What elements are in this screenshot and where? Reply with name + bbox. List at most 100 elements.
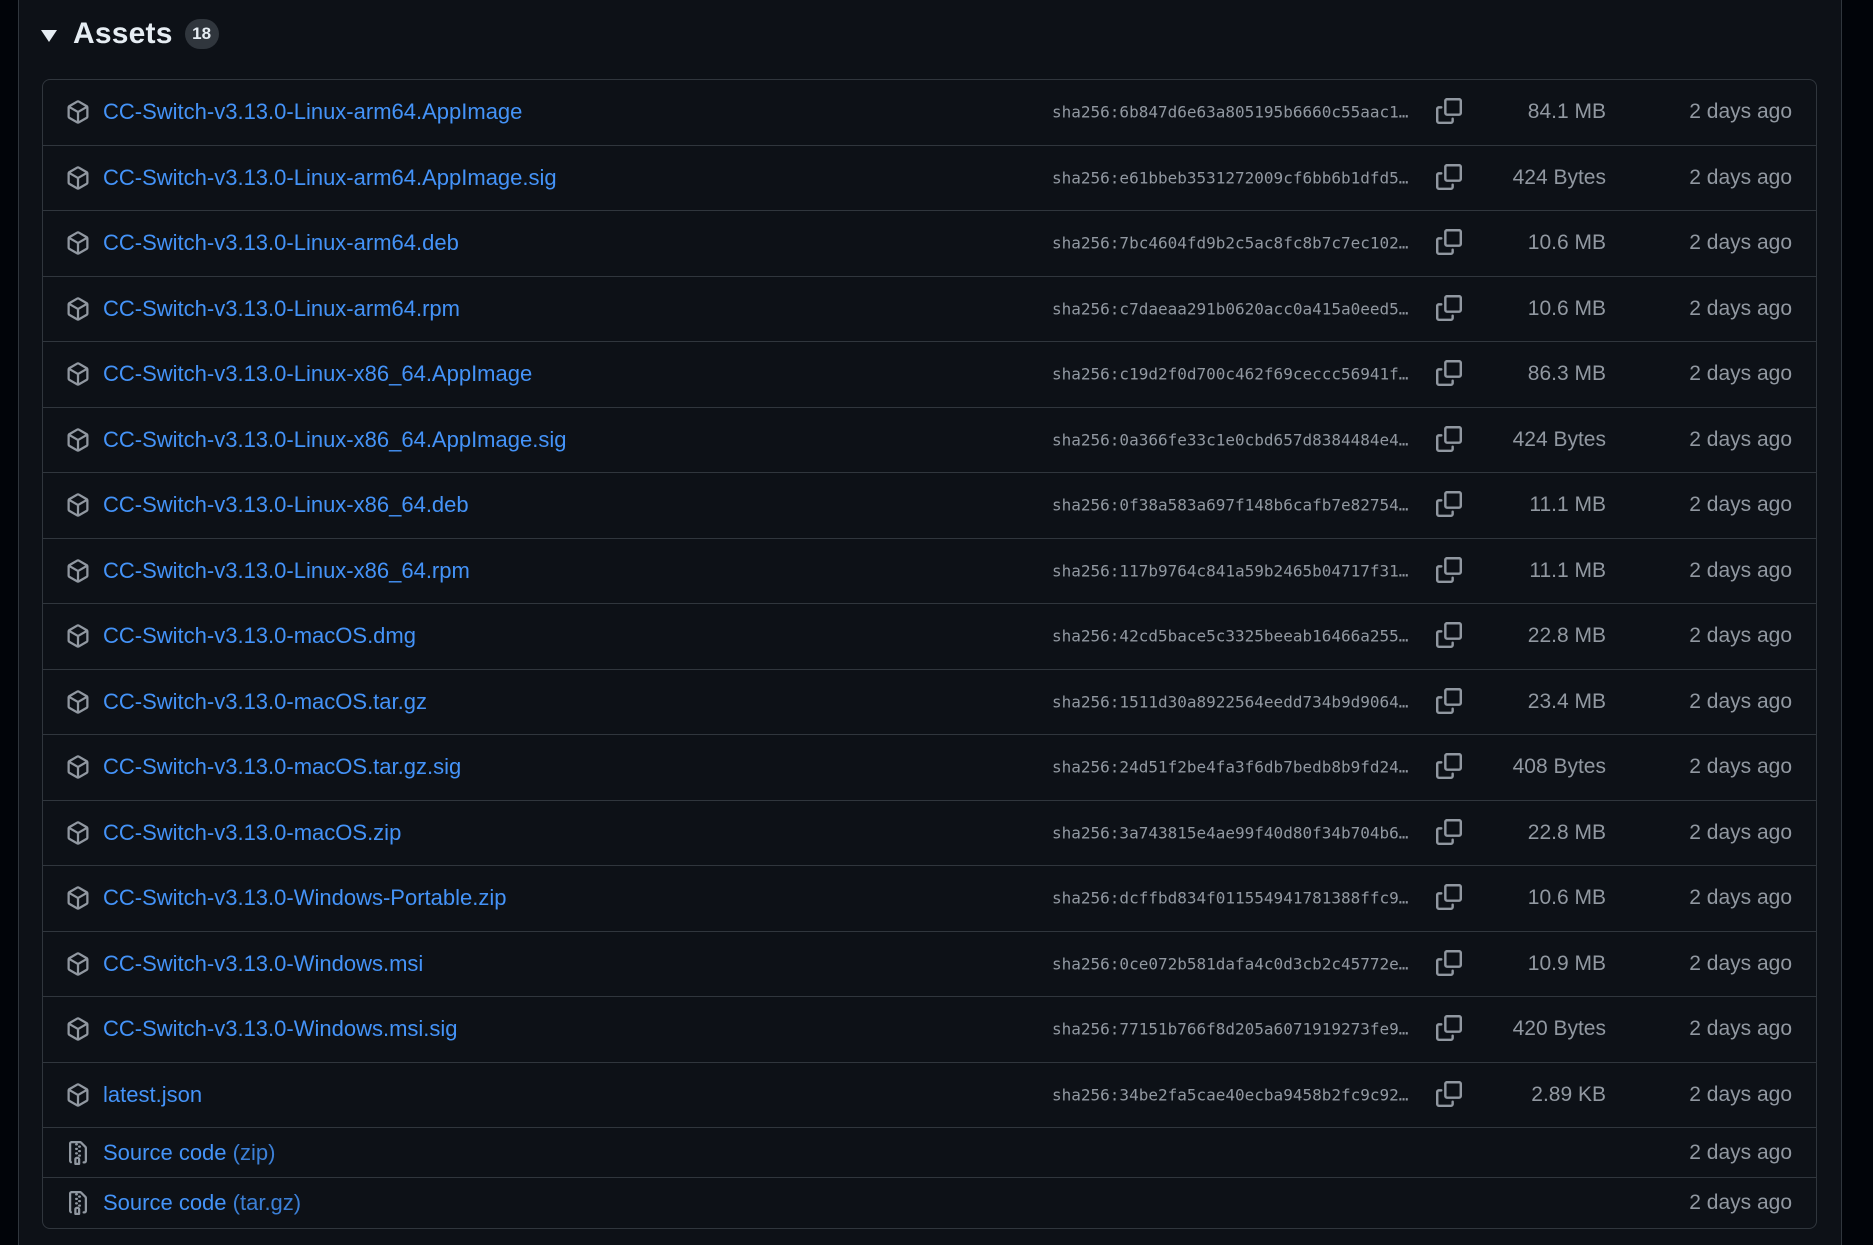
asset-size: 86.3 MB [1527,362,1606,386]
asset-sha256: sha256:e61bbeb3531272009cf6bb6b1dfd5… [1052,168,1409,188]
asset-size: 23.4 MB [1527,689,1606,713]
asset-download-link[interactable]: CC-Switch-v3.13.0-Linux-arm64.AppImage.s… [103,165,557,191]
asset-size: 10.6 MB [1527,231,1606,255]
asset-download-link[interactable]: CC-Switch-v3.13.0-Linux-arm64.AppImage [103,99,522,125]
asset-download-link[interactable]: CC-Switch-v3.13.0-Windows.msi [103,951,423,977]
asset-download-link[interactable]: CC-Switch-v3.13.0-macOS.tar.gz [103,689,427,715]
source-code-label: Source code [103,1139,227,1165]
file-zip-icon [66,1140,90,1165]
copy-icon[interactable] [1436,687,1464,716]
package-icon [66,755,90,780]
asset-row: CC-Switch-v3.13.0-Windows-Portable.zip sh… [43,866,1816,932]
copy-icon[interactable] [1436,753,1464,781]
asset-row: CC-Switch-v3.13.0-macOS.zip sha256:3a7438… [43,801,1816,866]
asset-download-link[interactable]: CC-Switch-v3.13.0-Linux-x86_64.AppImage.… [103,427,566,453]
asset-download-link[interactable]: CC-Switch-v3.13.0-Windows.msi.sig [103,1016,458,1042]
package-icon [66,624,90,649]
package-icon [66,296,90,321]
package-icon [66,558,90,583]
asset-sha256: sha256:7bc4604fd9b2c5ac8fc8b7c7ec102… [1052,233,1409,253]
assets-summary-toggle[interactable]: Assets 18 [41,12,219,56]
asset-date: 2 days ago [1689,624,1792,648]
release-page: Assets 18 CC-Switch-v3.13.0-Linux-arm64.… [18,0,1842,1245]
asset-sha256: sha256:6b847d6e63a805195b6660c55aac1… [1052,102,1409,122]
asset-row: CC-Switch-v3.13.0-macOS.dmg sha256:42cd5b… [43,604,1816,670]
asset-sha256: sha256:1511d30a8922564eedd734b9d9064… [1052,692,1409,712]
copy-icon[interactable] [1436,294,1464,323]
assets-list: CC-Switch-v3.13.0-Linux-arm64.AppImage sh… [42,79,1817,1229]
asset-date: 2 days ago [1689,1017,1792,1041]
asset-size: 10.9 MB [1527,951,1606,975]
asset-download-link[interactable]: CC-Switch-v3.13.0-Linux-arm64.rpm [103,296,460,322]
copy-icon[interactable] [1436,98,1464,126]
asset-size: 11.1 MB [1529,493,1606,517]
asset-row: CC-Switch-v3.13.0-Linux-x86_64.deb sha256… [43,473,1816,539]
asset-download-link[interactable]: CC-Switch-v3.13.0-macOS.tar.gz.sig [103,754,461,780]
copy-icon[interactable] [1436,425,1464,454]
package-icon [66,886,90,911]
asset-date: 2 days ago [1689,231,1792,255]
asset-row: CC-Switch-v3.13.0-Linux-arm64.rpm sha256:… [43,277,1816,342]
copy-icon[interactable] [1436,884,1464,912]
asset-download-link[interactable]: CC-Switch-v3.13.0-Linux-x86_64.rpm [103,558,470,584]
copy-icon[interactable] [1436,1015,1464,1043]
asset-sha256: sha256:117b9764c841a59b2465b04717f31… [1052,561,1409,581]
asset-row: CC-Switch-v3.13.0-Linux-arm64.AppImage sh… [43,80,1816,146]
copy-icon[interactable] [1436,1080,1464,1109]
source-code-row: Source code (zip) 2 days ago [43,1128,1816,1178]
asset-sha256: sha256:3a743815e4ae99f40d80f34b704b6… [1052,823,1409,843]
package-icon [66,1017,90,1042]
asset-size: 424 Bytes [1512,427,1606,451]
asset-date: 2 days ago [1689,1082,1792,1106]
asset-download-link[interactable]: CC-Switch-v3.13.0-macOS.zip [103,820,401,846]
asset-row: CC-Switch-v3.13.0-Windows.msi sha256:0ce0… [43,932,1816,997]
copy-icon[interactable] [1436,491,1464,519]
asset-size: 420 Bytes [1512,1017,1606,1041]
asset-sha256: sha256:0ce072b581dafa4c0d3cb2c45772e… [1052,954,1409,974]
asset-date: 2 days ago [1689,558,1792,582]
copy-icon[interactable] [1436,818,1464,847]
source-code-label: Source code [103,1190,227,1215]
asset-size: 2.89 KB [1531,1082,1606,1106]
asset-size: 10.6 MB [1527,886,1606,910]
package-icon [66,820,90,845]
asset-row: CC-Switch-v3.13.0-Linux-x86_64.AppImage.… [43,408,1816,473]
asset-download-link[interactable]: CC-Switch-v3.13.0-Linux-x86_64.deb [103,492,469,518]
asset-date: 2 days ago [1689,493,1792,517]
asset-size: 424 Bytes [1512,165,1606,189]
asset-sha256: sha256:c7daeaa291b0620acc0a415a0eed5… [1052,299,1409,319]
copy-icon[interactable] [1436,556,1464,585]
package-icon [66,165,90,190]
package-icon [66,231,90,256]
source-code-date: 2 days ago [1689,1140,1792,1164]
copy-icon[interactable] [1436,360,1464,388]
asset-download-link[interactable]: CC-Switch-v3.13.0-macOS.dmg [103,623,416,649]
asset-row: CC-Switch-v3.13.0-macOS.tar.gz.sig sha256… [43,735,1816,801]
asset-row: CC-Switch-v3.13.0-Windows.msi.sig sha256:… [43,997,1816,1063]
copy-icon[interactable] [1436,949,1464,978]
source-code-row: Source code (tar.gz) 2 days ago [43,1178,1816,1228]
asset-size: 22.8 MB [1527,624,1606,648]
copy-icon[interactable] [1436,229,1464,257]
asset-date: 2 days ago [1689,886,1792,910]
asset-sha256: sha256:42cd5bace5c3325beeab16466a255… [1052,626,1409,646]
asset-download-link[interactable]: CC-Switch-v3.13.0-Linux-arm64.deb [103,230,459,256]
asset-size: 11.1 MB [1529,558,1606,582]
source-code-link[interactable]: Source code (tar.gz) [103,1190,301,1216]
source-code-format: (zip) [232,1139,276,1165]
asset-download-link[interactable]: CC-Switch-v3.13.0-Windows-Portable.zip [103,885,506,911]
asset-sha256: sha256:dcffbd834f011554941781388ffc9… [1052,888,1409,908]
asset-download-link[interactable]: latest.json [103,1082,202,1108]
copy-icon[interactable] [1436,163,1464,192]
copy-icon[interactable] [1436,622,1464,650]
source-code-link[interactable]: Source code (zip) [103,1140,275,1166]
asset-sha256: sha256:34be2fa5cae40ecba9458b2fc9c92… [1052,1085,1409,1105]
package-icon [66,951,90,976]
asset-download-link[interactable]: CC-Switch-v3.13.0-Linux-x86_64.AppImage [103,361,532,387]
asset-row: latest.json sha256:34be2fa5cae40ecba9458b… [43,1063,1816,1128]
asset-sha256: sha256:77151b766f8d205a6071919273fe9… [1052,1019,1409,1039]
asset-size: 408 Bytes [1512,755,1606,779]
asset-sha256: sha256:0a366fe33c1e0cbd657d8384484e4… [1052,430,1409,450]
asset-row: CC-Switch-v3.13.0-Linux-arm64.deb sha256:… [43,211,1816,277]
asset-row: CC-Switch-v3.13.0-Linux-x86_64.AppImage s… [43,342,1816,408]
